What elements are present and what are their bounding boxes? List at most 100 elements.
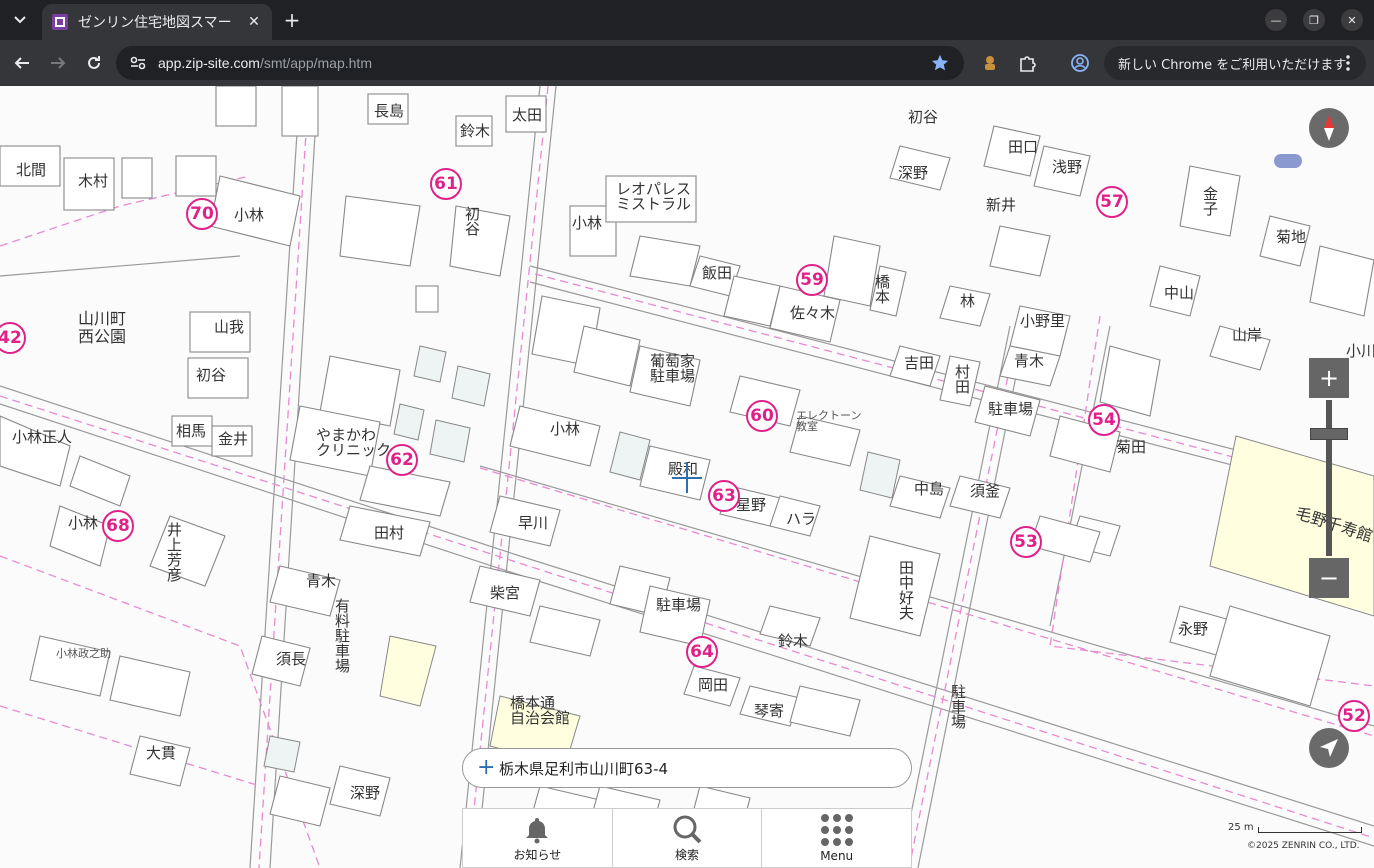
map-label: 北間 bbox=[16, 161, 47, 179]
park-name: 山川町 西公園 bbox=[78, 309, 127, 346]
puzzle-icon[interactable] bbox=[1013, 49, 1041, 77]
chrome-update-button[interactable]: 新しい Chrome をご利用いただけます bbox=[1104, 46, 1366, 80]
map-label: 浅野 bbox=[1052, 158, 1083, 176]
map-label: 琴寄 bbox=[754, 702, 785, 720]
nav-menu[interactable]: Menu bbox=[762, 809, 911, 867]
map-label: 早川 bbox=[518, 514, 549, 532]
map-label: 初谷 bbox=[196, 366, 227, 384]
scale-line bbox=[1257, 827, 1362, 833]
star-icon[interactable] bbox=[928, 51, 952, 75]
map-label: 須長 bbox=[276, 650, 307, 668]
block-number: 60 bbox=[746, 400, 778, 432]
map-label: 村田 bbox=[953, 364, 971, 394]
block-number: 68 bbox=[102, 510, 134, 542]
zoom-out-button[interactable]: − bbox=[1309, 558, 1349, 598]
block-number: 70 bbox=[186, 198, 218, 230]
map-label: 佐々木 bbox=[790, 304, 836, 322]
map-label: 岡田 bbox=[698, 676, 729, 694]
zoom-slider-thumb[interactable] bbox=[1310, 428, 1348, 440]
scale-label: 25 m bbox=[1228, 822, 1254, 833]
map-label: 田中好夫 bbox=[897, 560, 915, 620]
extension-icon[interactable] bbox=[976, 49, 1004, 77]
park-label: 山川町 西公園 bbox=[78, 310, 126, 345]
favicon-icon bbox=[52, 14, 68, 30]
forward-icon[interactable] bbox=[44, 49, 72, 77]
update-label: 新しい Chrome をご利用いただけます bbox=[1118, 57, 1347, 73]
map-label: 金井 bbox=[218, 430, 249, 448]
block-number: 62 bbox=[386, 444, 418, 476]
zoom-slider-track[interactable] bbox=[1326, 400, 1332, 556]
map-canvas[interactable]: 北間 木村 小林 長島 鈴木 太田 初谷 深野 田口 浅野 新井 金子 菊地 中… bbox=[0, 86, 1374, 868]
map-label: 駐車場 bbox=[656, 596, 702, 614]
map-label: やまかわ クリニック bbox=[316, 426, 392, 459]
tab-list-icon[interactable] bbox=[6, 6, 34, 34]
map-label: 長島 bbox=[374, 102, 405, 120]
map-label: 小林 bbox=[572, 214, 603, 232]
url-host: app.zip-site.com bbox=[158, 55, 260, 71]
block-number: 57 bbox=[1096, 186, 1128, 218]
nav-label: お知らせ bbox=[513, 848, 562, 862]
block-number: 53 bbox=[1010, 526, 1042, 558]
url-text: app.zip-site.com/smt/app/map.htm bbox=[158, 55, 372, 71]
search-icon bbox=[673, 815, 702, 844]
map-label: 青木 bbox=[306, 572, 337, 590]
map-label: 菊地 bbox=[1276, 228, 1307, 246]
map-label: 菊田 bbox=[1116, 438, 1147, 456]
map-label: 柴宮 bbox=[490, 584, 521, 602]
profile-icon[interactable] bbox=[1066, 49, 1094, 77]
grid-icon bbox=[820, 814, 853, 846]
block-number: 64 bbox=[686, 636, 718, 668]
block-number: 61 bbox=[430, 168, 462, 200]
map-label: 小林政之助 bbox=[56, 647, 111, 660]
nav-label: 検索 bbox=[675, 848, 700, 862]
map-label: 田口 bbox=[1008, 138, 1039, 156]
close-icon[interactable]: ✕ bbox=[244, 12, 264, 32]
map-label: 太田 bbox=[512, 106, 543, 124]
map-label: 山岸 bbox=[1232, 326, 1263, 344]
map-label: 中山 bbox=[1164, 284, 1195, 302]
nav-label: Menu bbox=[820, 849, 854, 863]
minimize-icon[interactable]: — bbox=[1265, 9, 1287, 31]
map-label: 葡萄家 駐車場 bbox=[650, 352, 696, 385]
map-label: 新井 bbox=[986, 196, 1017, 214]
map-label: ハラ bbox=[786, 510, 817, 528]
new-tab-icon[interactable]: + bbox=[280, 8, 304, 32]
map-label: 駐車場 bbox=[988, 400, 1034, 418]
window-close-icon[interactable]: ✕ bbox=[1341, 9, 1363, 31]
map-label: 橋本通 自治会館 bbox=[510, 694, 571, 727]
address-text: 栃木県足利市山川町63-4 bbox=[499, 759, 669, 778]
map-label: 田村 bbox=[374, 524, 405, 542]
kebab-icon[interactable] bbox=[1338, 52, 1358, 74]
browser-toolbar: app.zip-site.com/smt/app/map.htm 新しい Chr… bbox=[0, 40, 1374, 86]
tab-title: ゼンリン住宅地図スマー bbox=[78, 15, 232, 31]
map-label: エレクトーン 教室 bbox=[796, 409, 862, 433]
map-label: 小川 bbox=[1346, 342, 1374, 360]
map-label: 山我 bbox=[214, 318, 245, 336]
map-label: 金子 bbox=[1201, 186, 1219, 216]
zoom-in-button[interactable]: + bbox=[1309, 358, 1349, 398]
map-label: 有料駐車場 bbox=[333, 598, 351, 673]
map-label: 木村 bbox=[78, 172, 109, 190]
url-path: /smt/app/map.htm bbox=[259, 55, 372, 71]
nav-search[interactable]: 検索 bbox=[613, 809, 763, 867]
map-label: 鈴木 bbox=[778, 632, 809, 650]
back-icon[interactable] bbox=[8, 49, 36, 77]
restore-icon[interactable]: ❐ bbox=[1303, 9, 1325, 31]
map-label: 中島 bbox=[914, 480, 945, 498]
nav-notifications[interactable]: お知らせ bbox=[463, 809, 613, 867]
map-label: 星野 bbox=[736, 496, 767, 514]
site-info-icon[interactable] bbox=[126, 51, 150, 75]
layers-icon[interactable] bbox=[1274, 154, 1302, 168]
map-label: 初谷 bbox=[463, 206, 481, 236]
tab-strip: ゼンリン住宅地図スマー ✕ + — ❐ ✕ bbox=[0, 0, 1374, 40]
locate-icon[interactable] bbox=[1309, 728, 1349, 768]
scale-bar: 25 m bbox=[1228, 822, 1362, 833]
map-label: 飯田 bbox=[702, 264, 733, 282]
reload-icon[interactable] bbox=[80, 49, 108, 77]
bottom-nav: お知らせ 検索 Menu bbox=[462, 808, 912, 868]
map-label: 深野 bbox=[350, 784, 381, 802]
compass-icon[interactable] bbox=[1309, 108, 1349, 148]
active-tab[interactable]: ゼンリン住宅地図スマー ✕ bbox=[42, 4, 272, 40]
address-display[interactable]: + 栃木県足利市山川町63-4 bbox=[462, 748, 912, 788]
address-bar[interactable]: app.zip-site.com/smt/app/map.htm bbox=[116, 46, 964, 80]
